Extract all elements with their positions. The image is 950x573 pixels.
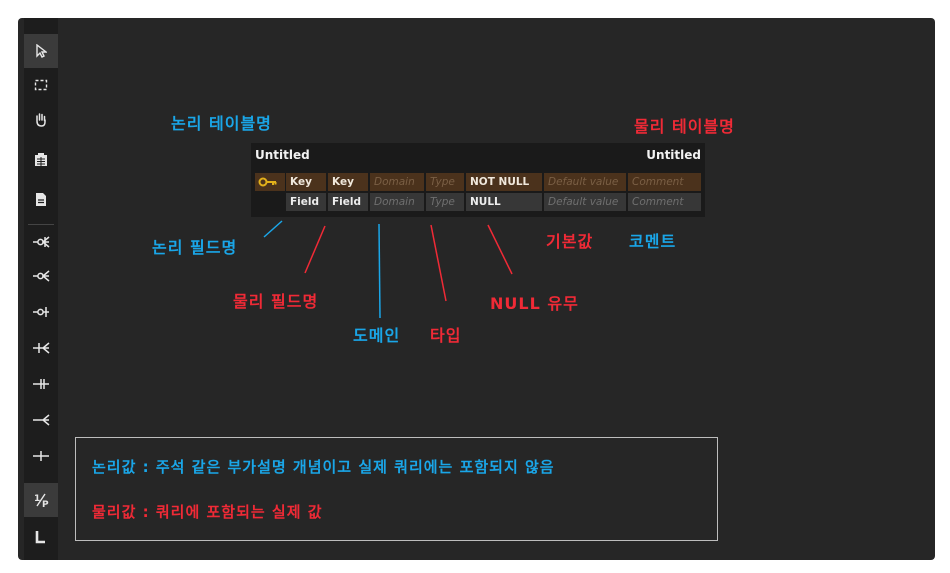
null-flag-label: NULL 유무: [490, 294, 579, 313]
type-pointer-line: [430, 224, 447, 302]
cell-comment[interactable]: Comment: [628, 173, 701, 191]
default-value-label: 기본값: [546, 232, 594, 251]
relation-many-icon[interactable]: [24, 403, 58, 437]
relation-zero-many-icon[interactable]: [24, 225, 58, 259]
select-area-icon[interactable]: [24, 68, 58, 102]
logical-table-name-label: 논리 테이블명: [171, 114, 272, 133]
diagram-canvas[interactable]: 1P 논리 테이블명 물리 테이블명 Untitled Untitled Key…: [18, 18, 935, 560]
note-icon[interactable]: [24, 182, 58, 216]
l-shape-icon[interactable]: [24, 520, 58, 554]
cell-physical[interactable]: Field: [328, 193, 368, 211]
cell-null[interactable]: NULL: [466, 193, 542, 211]
entity-table[interactable]: Untitled Untitled Key Key Domain Type NO…: [251, 143, 705, 217]
entity-logical-title[interactable]: Untitled: [255, 148, 310, 162]
note-box[interactable]: 논리값 : 주석 같은 부가설명 개념이고 실제 쿼리에는 포함되지 않음 물리…: [75, 437, 718, 541]
cell-null[interactable]: NOT NULL: [466, 173, 542, 191]
relation-line-icon[interactable]: [24, 439, 58, 473]
cell-default[interactable]: Default value: [544, 173, 626, 191]
cell-type[interactable]: Type: [426, 193, 464, 211]
relation-zero-many-alt-icon[interactable]: [24, 259, 58, 293]
relation-one-many-icon[interactable]: [24, 331, 58, 365]
domain-label: 도메인: [353, 326, 401, 345]
physical-field-pointer-line: [304, 225, 326, 274]
domain-pointer-line: [378, 223, 381, 319]
physical-value-note: 물리값 : 쿼리에 포함되는 실제 값: [92, 503, 323, 521]
physical-table-name-label: 물리 테이블명: [634, 117, 735, 136]
cell-comment[interactable]: Comment: [628, 193, 701, 211]
hand-icon[interactable]: [24, 102, 58, 136]
cell-type[interactable]: Type: [426, 173, 464, 191]
logical-field-pointer-line: [263, 220, 283, 238]
null-pointer-line: [487, 224, 513, 275]
relation-one-one-icon[interactable]: [24, 367, 58, 401]
relation-zero-one-icon[interactable]: [24, 295, 58, 329]
cell-domain[interactable]: Domain: [370, 173, 424, 191]
svg-text:P: P: [42, 500, 49, 508]
cell-domain[interactable]: Domain: [370, 193, 424, 211]
entity-physical-title[interactable]: Untitled: [646, 148, 701, 162]
primary-key-icon: [255, 173, 285, 191]
logical-value-note: 논리값 : 주석 같은 부가설명 개념이고 실제 쿼리에는 포함되지 않음: [92, 458, 555, 476]
toolbar: 1P: [24, 18, 58, 560]
cell-logical[interactable]: Key: [286, 173, 326, 191]
physical-field-name-label: 물리 필드명: [233, 292, 319, 311]
fraction-icon[interactable]: 1P: [24, 483, 58, 517]
cell-logical[interactable]: Field: [286, 193, 326, 211]
cell-physical[interactable]: Key: [328, 173, 368, 191]
table-icon[interactable]: [24, 142, 58, 176]
pointer-icon[interactable]: [24, 34, 58, 68]
cell-default[interactable]: Default value: [544, 193, 626, 211]
type-label: 타입: [430, 326, 462, 345]
comment-label: 코멘트: [629, 232, 677, 251]
logical-field-name-label: 논리 필드명: [152, 238, 238, 257]
